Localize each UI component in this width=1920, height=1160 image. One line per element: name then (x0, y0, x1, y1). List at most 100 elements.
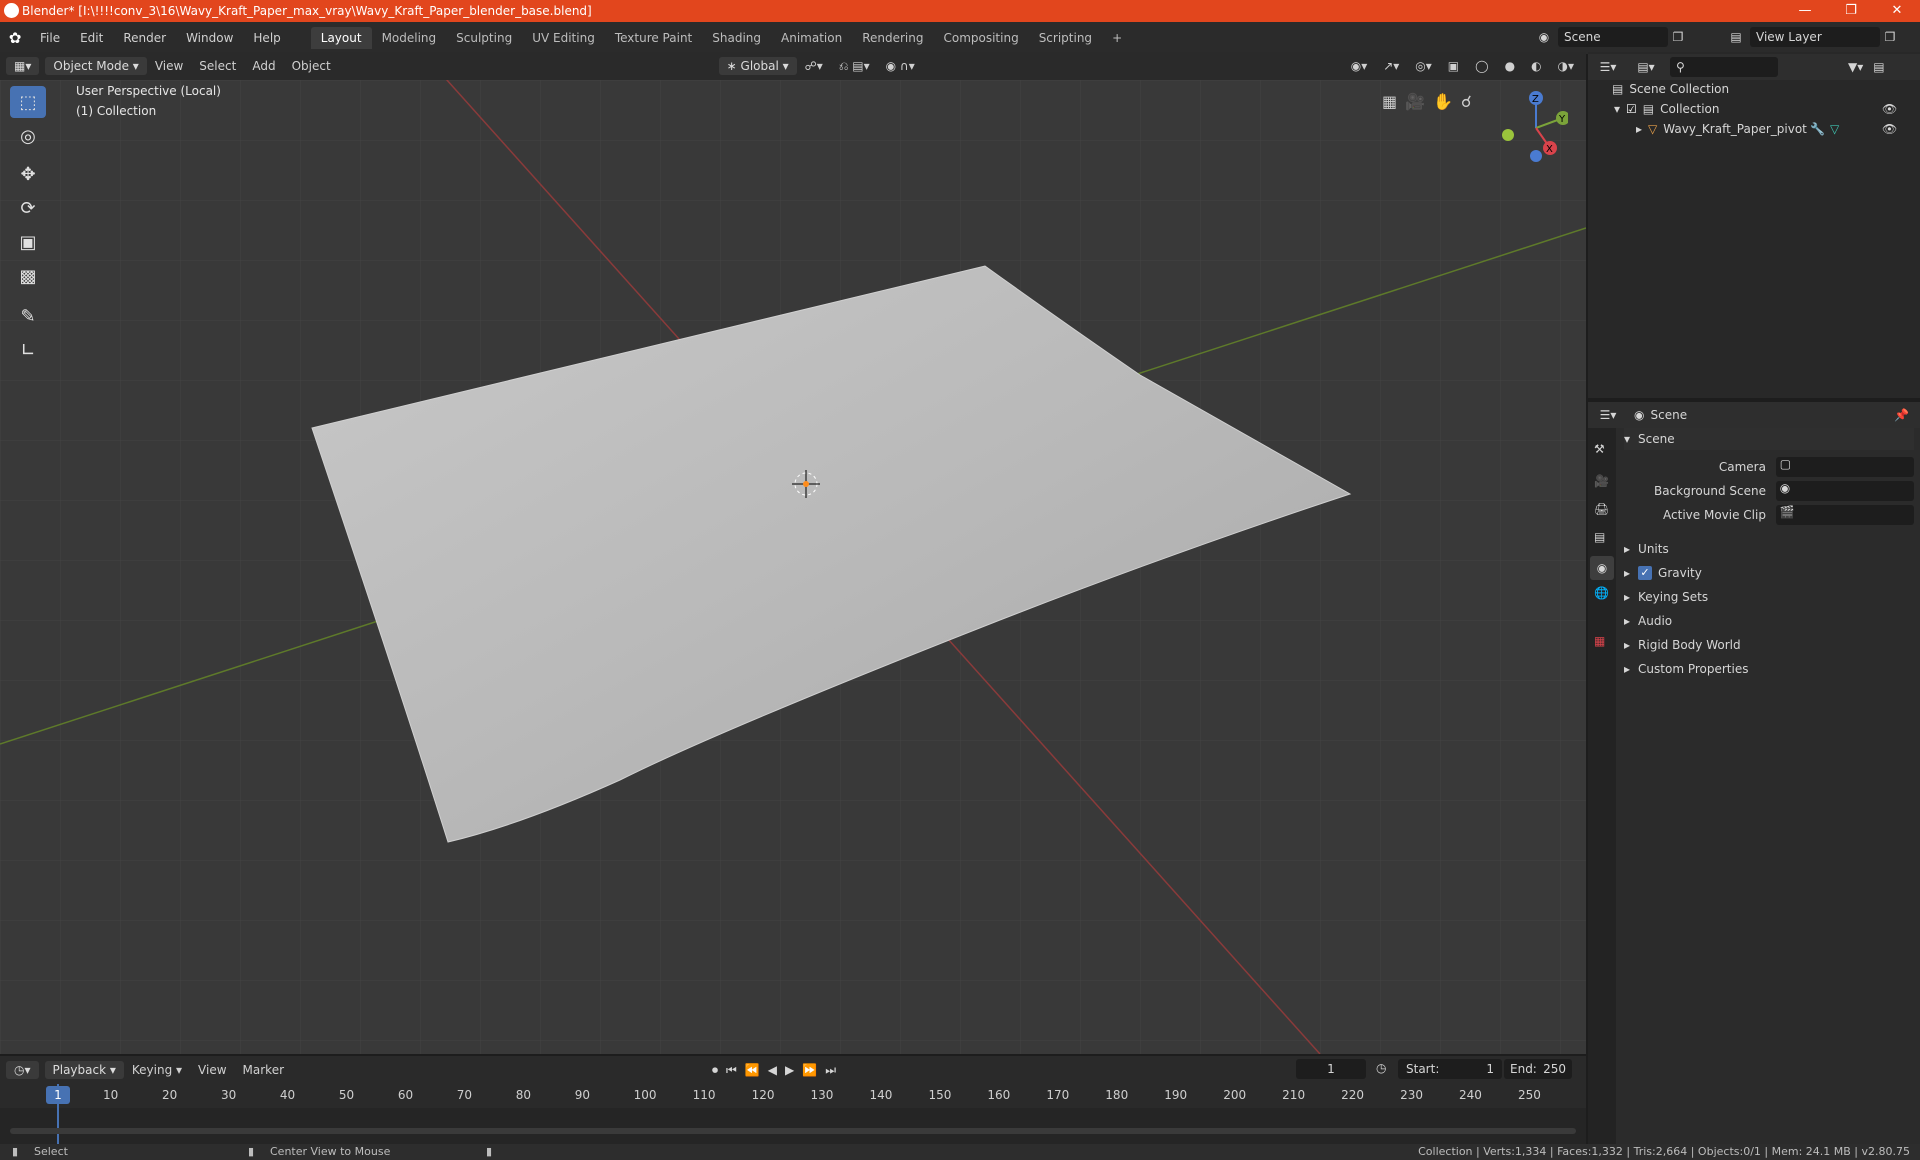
tool-tab-icon[interactable]: ⚒ (1594, 442, 1605, 456)
select-box-tool-icon[interactable]: ⬚ (10, 86, 46, 118)
outliner-collection[interactable]: Collection (1660, 102, 1719, 116)
timeline-menu-keying[interactable]: Keying ▾ (124, 1061, 190, 1079)
menu-render[interactable]: Render (113, 31, 176, 45)
menu-help[interactable]: Help (243, 31, 290, 45)
rotate-tool-icon[interactable]: ⟳ (10, 192, 46, 224)
frame-ruler[interactable]: 1102030405060708090100110120130140150160… (0, 1084, 1586, 1108)
cursor-tool-icon[interactable]: ◎ (10, 120, 46, 152)
section-audio[interactable]: Audio (1638, 614, 1672, 628)
measure-tool-icon[interactable]: ∟ (10, 334, 46, 366)
timeline-scrollbar[interactable] (10, 1128, 1576, 1134)
background-scene-field[interactable]: ◉ (1775, 481, 1914, 501)
prev-keyframe-icon[interactable]: ⏪ (745, 1063, 760, 1078)
tab-animation[interactable]: Animation (771, 27, 852, 49)
3d-viewport[interactable]: User Perspective (Local) (1) Collection … (0, 80, 1586, 1054)
custom-props-expand-icon[interactable]: ▸ (1624, 662, 1630, 676)
modifier-wrench-icon[interactable]: 🔧 (1810, 122, 1825, 136)
new-scene-icon[interactable]: ❐ (1668, 30, 1688, 44)
jump-end-icon[interactable]: ⏭ (825, 1063, 836, 1078)
viewport-menu-object[interactable]: Object (284, 57, 339, 75)
units-expand-icon[interactable]: ▸ (1624, 542, 1630, 556)
object-eye-icon[interactable]: 👁 (1882, 122, 1897, 136)
play-icon[interactable]: ▶ (785, 1063, 794, 1078)
annotate-tool-icon[interactable]: ✎ (10, 300, 46, 332)
shading-wireframe-icon[interactable]: ◯ (1467, 57, 1496, 75)
tab-sculpting[interactable]: Sculpting (446, 27, 522, 49)
toggle-ortho-icon[interactable]: ▦ (1382, 92, 1397, 111)
minimize-icon[interactable]: — (1782, 0, 1828, 22)
tab-layout[interactable]: Layout (310, 27, 372, 49)
timeline-menu-playback[interactable]: Playback ▾ (44, 1061, 124, 1079)
active-movie-clip-field[interactable]: 🎬 (1775, 505, 1914, 525)
collapse-icon[interactable]: ▾ (1614, 102, 1620, 116)
tab-texture-paint[interactable]: Texture Paint (605, 27, 702, 49)
tab-scripting[interactable]: Scripting (1029, 27, 1102, 49)
shading-solid-icon[interactable]: ● (1497, 57, 1523, 75)
menu-file[interactable]: File (30, 31, 70, 45)
render-tab-icon[interactable]: 🎥 (1594, 474, 1609, 488)
move-tool-icon[interactable]: ✥ (10, 158, 46, 190)
expand-icon[interactable]: ▸ (1636, 122, 1642, 136)
properties-editor-icon[interactable]: ☰▾ (1588, 408, 1628, 422)
tab-shading[interactable]: Shading (702, 27, 771, 49)
mesh-data-icon[interactable]: ▽ (1830, 122, 1839, 136)
timeline-menu-marker[interactable]: Marker (235, 1061, 292, 1079)
timeline-editor-icon[interactable]: ◷▾ (6, 1061, 39, 1079)
scene-name-field[interactable]: Scene (1558, 27, 1668, 47)
new-collection-icon[interactable]: ▤ (1873, 60, 1884, 74)
world-tab-icon[interactable]: 🌐 (1594, 586, 1609, 600)
menu-edit[interactable]: Edit (70, 31, 113, 45)
tab-uv-editing[interactable]: UV Editing (522, 27, 605, 49)
shading-material-icon[interactable]: ◐ (1523, 57, 1549, 75)
view-layer-icon[interactable]: ▤ (1722, 30, 1750, 44)
camera-field[interactable]: ▢ (1775, 457, 1914, 477)
new-view-layer-icon[interactable]: ❐ (1880, 30, 1900, 44)
orientation-select[interactable]: ∗ Global ▾ (718, 57, 797, 75)
scene-panel-title[interactable]: Scene (1638, 432, 1675, 446)
pan-hand-icon[interactable]: ✋ (1433, 92, 1453, 111)
playhead-frame-badge[interactable]: 1 (46, 1086, 70, 1104)
shading-rendered-icon[interactable]: ◑▾ (1550, 57, 1583, 75)
section-custom-properties[interactable]: Custom Properties (1638, 662, 1748, 676)
preview-range-icon[interactable]: ◷ (1376, 1061, 1386, 1075)
close-icon[interactable]: ✕ (1874, 0, 1920, 22)
gravity-checkbox[interactable]: ✓ (1638, 566, 1653, 580)
outliner-object[interactable]: Wavy_Kraft_Paper_pivot (1663, 122, 1807, 136)
section-gravity[interactable]: Gravity (1658, 566, 1702, 580)
filter-icon[interactable]: ▼▾ (1848, 60, 1863, 74)
play-reverse-icon[interactable]: ◀ (768, 1063, 777, 1078)
end-frame-field[interactable]: End: 250 (1504, 1059, 1572, 1079)
tab-compositing[interactable]: Compositing (933, 27, 1028, 49)
jump-start-icon[interactable]: ⏮ (726, 1063, 737, 1078)
timeline-area[interactable]: 1102030405060708090100110120130140150160… (0, 1084, 1586, 1144)
collection-eye-icon[interactable]: 👁 (1882, 102, 1897, 116)
output-tab-icon[interactable]: 🖨 (1594, 502, 1609, 516)
texture-tab-icon[interactable]: ▦ (1594, 634, 1605, 648)
scene-icon[interactable]: ◉ (1530, 30, 1558, 44)
start-frame-field[interactable]: Start: 1 (1398, 1059, 1502, 1079)
pivot-icon[interactable]: ☍▾ (797, 57, 831, 75)
editor-type-icon[interactable]: ▦▾ (6, 57, 40, 75)
audio-expand-icon[interactable]: ▸ (1624, 614, 1630, 628)
view-layer-field[interactable]: View Layer (1750, 27, 1880, 47)
tab-modeling[interactable]: Modeling (372, 27, 447, 49)
keying-sets-expand-icon[interactable]: ▸ (1624, 590, 1630, 604)
section-keying-sets[interactable]: Keying Sets (1638, 590, 1708, 604)
snap-icon[interactable]: ⎌ ▤▾ (831, 57, 878, 76)
record-icon[interactable]: ⏺ (712, 1063, 718, 1078)
timeline-menu-view[interactable]: View (190, 1061, 234, 1079)
next-keyframe-icon[interactable]: ⏩ (802, 1063, 817, 1078)
camera-view-icon[interactable]: 🎥 (1405, 92, 1425, 111)
viewport-menu-select[interactable]: Select (191, 57, 244, 75)
add-workspace-icon[interactable]: + (1102, 27, 1132, 49)
outliner-search-input[interactable]: ⚲ (1670, 57, 1778, 77)
section-units[interactable]: Units (1638, 542, 1669, 556)
gizmo-icon[interactable]: ↗▾ (1375, 57, 1407, 75)
overlay-icon[interactable]: ◎▾ (1407, 57, 1440, 75)
axis-gizmo[interactable]: Z Y X (1488, 88, 1568, 168)
menu-window[interactable]: Window (176, 31, 243, 45)
current-frame-field[interactable]: 1 (1296, 1059, 1366, 1079)
proportional-edit-icon[interactable]: ◉ ∩▾ (878, 57, 923, 75)
scene-panel-collapse-icon[interactable]: ▾ (1624, 432, 1630, 446)
scale-tool-icon[interactable]: ▣ (10, 226, 46, 258)
